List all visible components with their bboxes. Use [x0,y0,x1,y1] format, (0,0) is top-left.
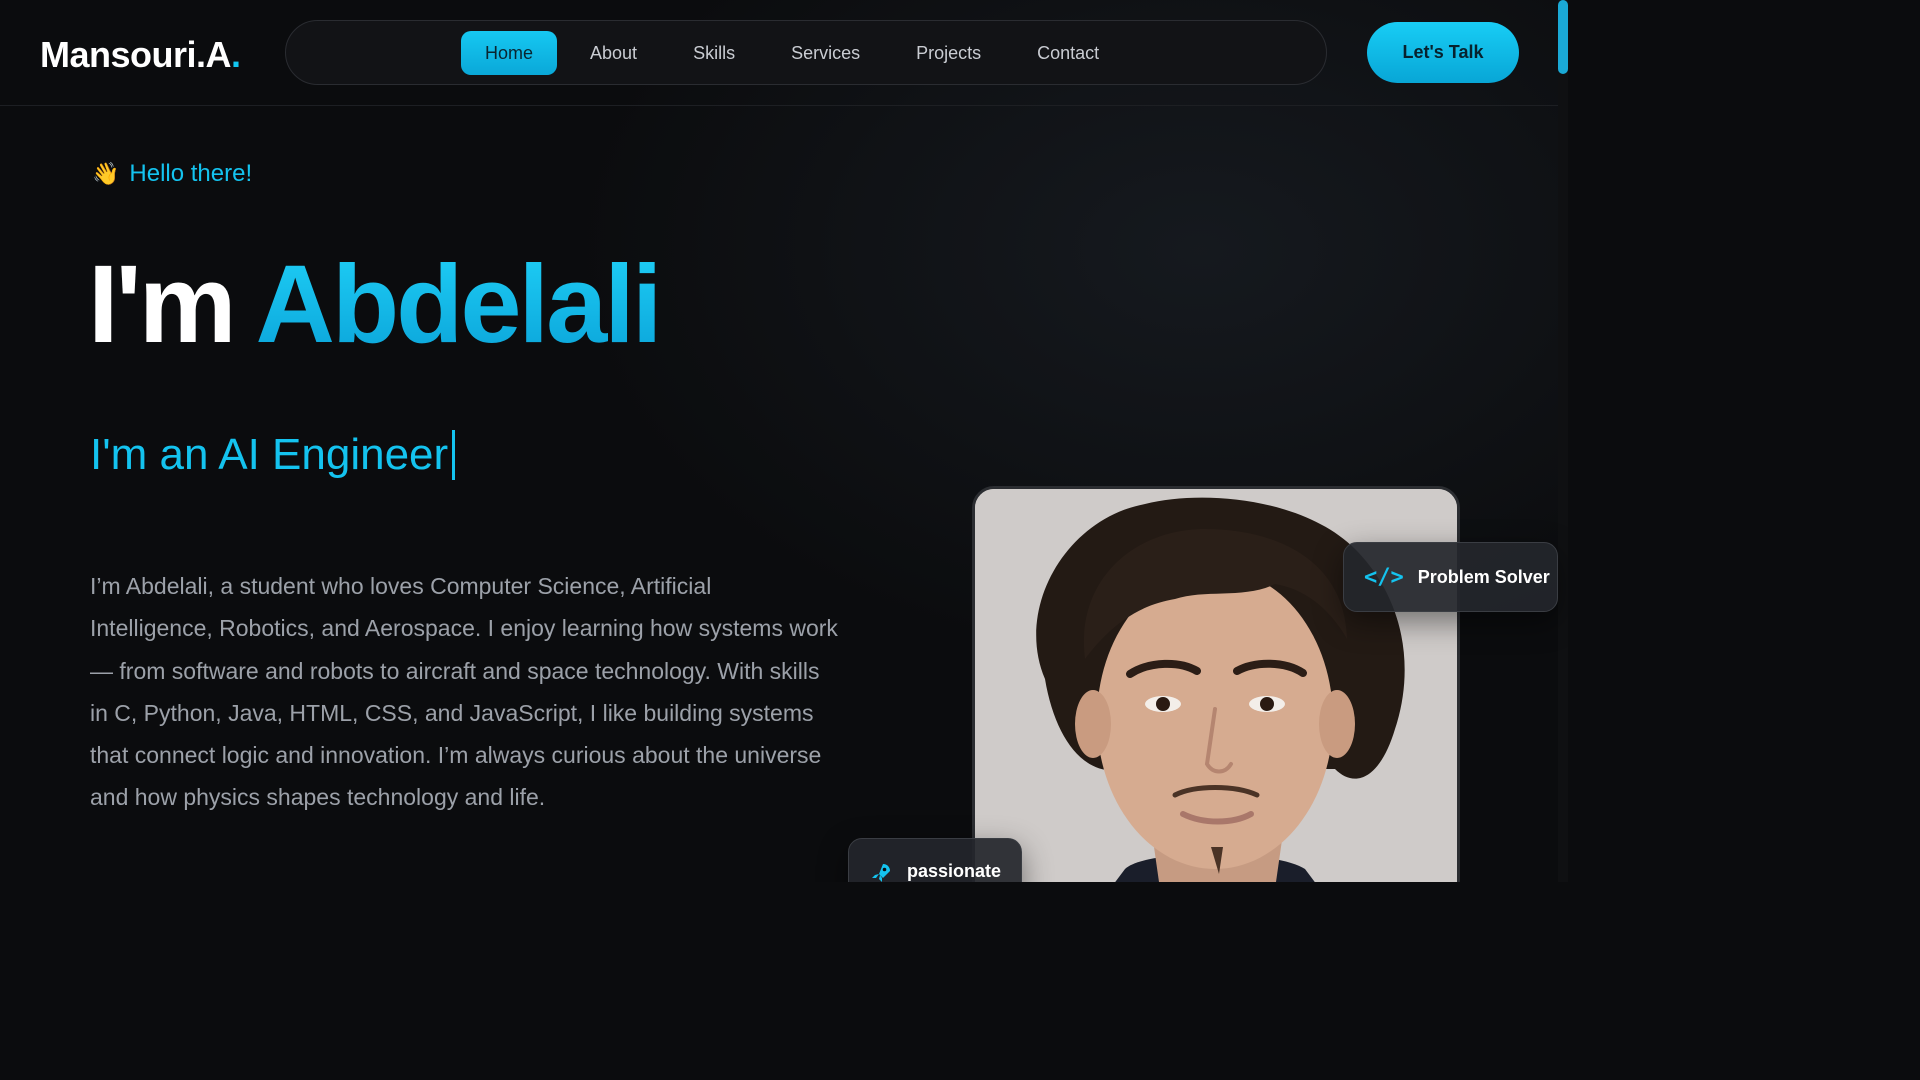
site-logo[interactable]: Mansouri.A. [40,34,241,76]
main-nav: Home About Skills Services Projects Cont… [285,20,1327,85]
scrollbar-thumb[interactable] [1558,0,1568,74]
nav-item-contact[interactable]: Contact [1009,31,1127,75]
nav-item-home[interactable]: Home [461,31,558,75]
nav-label: Skills [693,42,736,63]
hero-bio: I’m Abdelali, a student who loves Comput… [90,573,838,811]
hero-headline: I'm Abdelali [88,243,663,366]
nav-item-skills[interactable]: Skills [665,31,763,75]
typing-caret [452,430,456,480]
headline-name: Abdelali [255,243,663,366]
scrollbar-track[interactable] [1558,0,1568,882]
problem-solver-badge: </> Problem Solver [1343,542,1558,612]
greeting: 👋 Hello there! [92,160,252,188]
nav-items: Home About Skills Services Projects Cont… [461,31,1127,75]
passionate-badge: passionate [848,838,1022,882]
nav-label: Services [791,42,861,63]
nav-item-about[interactable]: About [562,31,665,75]
lets-talk-button[interactable]: Let's Talk [1367,22,1519,83]
logo-dot: . [231,34,241,75]
portfolio-page: Mansouri.A. Home About Skills Services P… [0,0,1568,882]
typed-role: I'm an AI Engineer [90,430,456,480]
rocket-icon [869,861,893,882]
badge-label: passionate [907,861,1002,881]
nav-item-services[interactable]: Services [763,31,888,75]
role-text: I'm an AI Engineer [90,430,449,479]
nav-label: Home [485,42,534,63]
badge-label: Problem Solver [1417,566,1550,587]
greeting-text: Hello there! [129,160,253,187]
waving-hand-icon: 👋 [92,161,120,186]
nav-label: Contact [1037,42,1100,63]
nav-item-projects[interactable]: Projects [888,31,1009,75]
logo-text: Mansouri.A [40,34,232,75]
site-header: Mansouri.A. Home About Skills Services P… [0,0,1558,106]
headline-prefix: I'm [88,243,237,366]
nav-label: Projects [916,42,982,63]
code-icon: </> [1364,564,1404,590]
nav-label: About [590,42,638,63]
